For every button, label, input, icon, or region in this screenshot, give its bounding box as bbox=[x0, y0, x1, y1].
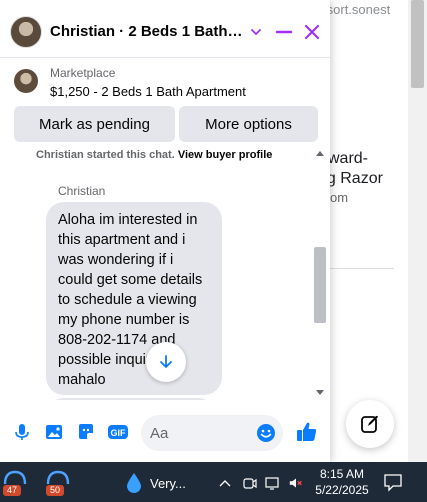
chat-started-text: Christian started this chat. bbox=[36, 149, 175, 161]
listing-source: Marketplace bbox=[50, 66, 116, 80]
chevron-up-icon[interactable] bbox=[217, 475, 233, 491]
chevron-down-icon[interactable] bbox=[244, 20, 268, 44]
sender-name: Christian bbox=[58, 184, 106, 198]
taskbar-app-2[interactable]: 50 bbox=[46, 468, 72, 496]
clock-time: 8:15 AM bbox=[319, 467, 365, 481]
meet-now-icon[interactable] bbox=[242, 475, 258, 491]
clock-date: 5/22/2025 bbox=[315, 483, 369, 497]
chat-window: Christian · 2 Beds 1 Bath A... Marketpla… bbox=[0, 0, 330, 462]
minimize-icon[interactable] bbox=[272, 20, 296, 44]
raindrop-icon bbox=[127, 473, 141, 493]
taskbar: 47 50 Very... 8:15 AM 5/22/2025 bbox=[0, 462, 427, 502]
scroll-up-arrow-icon[interactable] bbox=[316, 151, 324, 156]
page-scrollbar-thumb[interactable] bbox=[411, 0, 424, 88]
gif-icon[interactable]: GIF bbox=[106, 420, 130, 444]
chat-title[interactable]: Christian · 2 Beds 1 Bath A... bbox=[50, 23, 246, 40]
weather-text: Very... bbox=[150, 475, 186, 491]
emoji-icon[interactable] bbox=[254, 421, 278, 445]
network-icon[interactable] bbox=[265, 475, 281, 491]
new-message-button[interactable] bbox=[346, 400, 394, 448]
scroll-down-arrow-icon[interactable] bbox=[316, 390, 324, 395]
app2-badge: 50 bbox=[46, 485, 65, 496]
listing-info[interactable]: Marketplace $1,250 - 2 Beds 1 Bath Apart… bbox=[0, 60, 330, 102]
listing-title[interactable]: $1,250 - 2 Beds 1 Bath Apartment bbox=[50, 84, 246, 99]
svg-text:GIF: GIF bbox=[111, 428, 127, 438]
taskbar-app-1[interactable]: 47 bbox=[3, 468, 29, 496]
composer: GIF bbox=[0, 408, 330, 458]
clock[interactable]: 8:15 AM 5/22/2025 bbox=[312, 466, 372, 498]
arrow-down-icon bbox=[160, 355, 172, 368]
notification-icon[interactable] bbox=[382, 471, 404, 493]
scroll-to-bottom-button[interactable] bbox=[146, 342, 186, 382]
chat-header: Christian · 2 Beds 1 Bath A... bbox=[0, 0, 330, 60]
close-icon[interactable] bbox=[300, 20, 324, 44]
message-scrollbar-thumb[interactable] bbox=[314, 247, 326, 323]
thumbs-up-icon[interactable] bbox=[294, 419, 320, 445]
volume-muted-icon[interactable] bbox=[288, 475, 304, 491]
background-headline-1[interactable]: ward- bbox=[328, 148, 368, 169]
sticker-icon[interactable] bbox=[74, 420, 98, 444]
weather-widget[interactable]: Very... bbox=[124, 472, 186, 494]
view-buyer-profile-link[interactable]: View buyer profile bbox=[178, 149, 273, 161]
more-options-button[interactable]: More options bbox=[179, 106, 318, 142]
avatar[interactable] bbox=[10, 16, 42, 48]
mark-as-pending-button[interactable]: Mark as pending bbox=[14, 106, 175, 142]
background-subtext: om bbox=[330, 190, 349, 205]
message-bubble-next[interactable] bbox=[46, 398, 216, 400]
microphone-icon[interactable] bbox=[10, 420, 34, 444]
app1-badge: 47 bbox=[3, 485, 22, 496]
message-bubble[interactable]: Aloha im interested in this apartment an… bbox=[46, 202, 222, 395]
message-list[interactable]: Christian started this chat. View buyer … bbox=[0, 148, 330, 400]
header-divider bbox=[0, 57, 330, 58]
chat-started-notice: Christian started this chat. View buyer … bbox=[36, 149, 272, 161]
listing-thumbnail[interactable] bbox=[14, 69, 38, 93]
photo-icon[interactable] bbox=[42, 420, 66, 444]
compose-icon bbox=[361, 415, 378, 433]
